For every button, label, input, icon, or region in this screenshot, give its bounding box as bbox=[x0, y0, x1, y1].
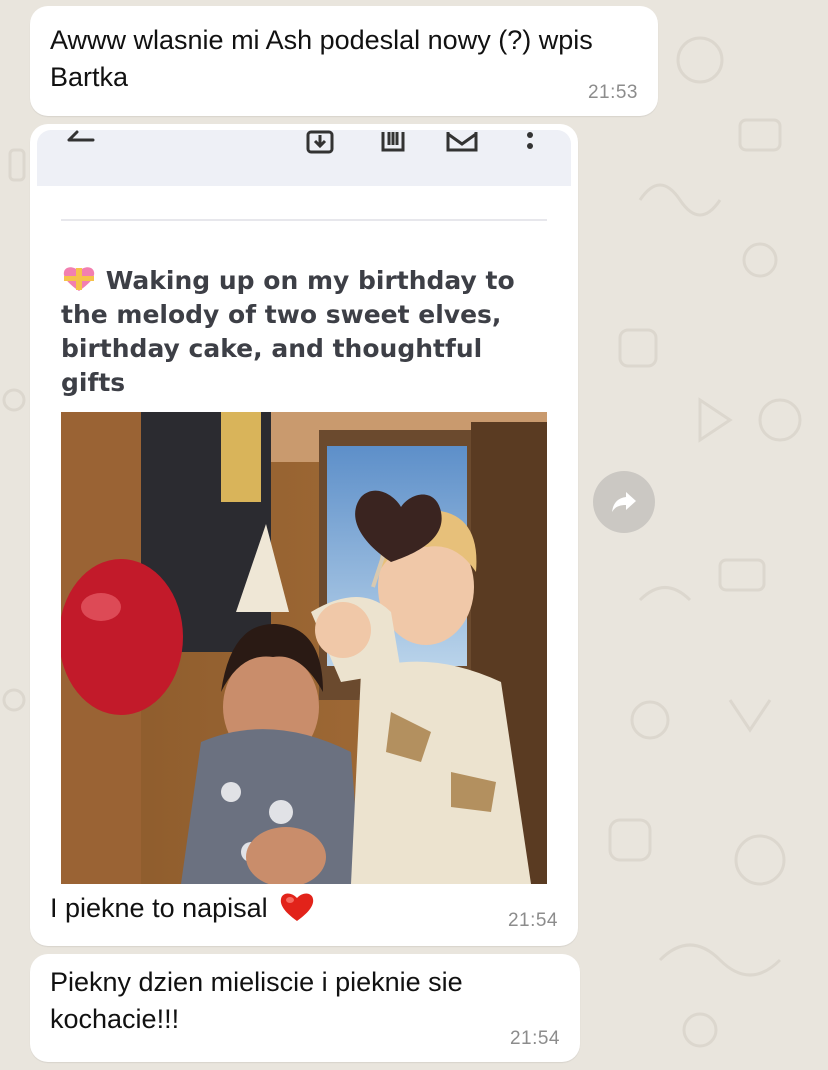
gift-heart-icon bbox=[63, 267, 95, 291]
message-bubble-2[interactable]: Waking up on my birthday to the melody o… bbox=[30, 124, 578, 946]
delete-icon bbox=[381, 132, 405, 152]
message-timestamp: 21:54 bbox=[509, 1028, 560, 1049]
message-bubble-1[interactable]: Awww wlasnie mi Ash podeslal nowy (?) wp… bbox=[30, 6, 658, 116]
message-text: Awww wlasnie mi Ash podeslal nowy (?) wp… bbox=[50, 25, 593, 92]
mail-icon bbox=[446, 132, 478, 152]
message-timestamp: 21:54 bbox=[507, 910, 558, 931]
message-caption: I piekne to napisal bbox=[50, 890, 315, 927]
post-title: Waking up on my birthday to the melody o… bbox=[61, 264, 551, 400]
email-toolbar bbox=[37, 130, 571, 186]
post-title-text: Waking up on my birthday to the melody o… bbox=[61, 266, 515, 397]
more-vertical-icon bbox=[527, 132, 533, 149]
message-text: Piekny dzien mieliscie i pieknie sie koc… bbox=[50, 967, 463, 1034]
message-timestamp: 21:53 bbox=[587, 82, 638, 103]
caption-text: I piekne to napisal bbox=[50, 893, 268, 923]
birthday-photo[interactable] bbox=[61, 412, 547, 884]
forward-icon bbox=[612, 492, 636, 512]
shared-screenshot[interactable]: Waking up on my birthday to the melody o… bbox=[37, 130, 571, 886]
back-arrow-icon bbox=[67, 130, 95, 142]
archive-icon bbox=[306, 130, 334, 154]
divider bbox=[61, 219, 547, 221]
message-bubble-3[interactable]: Piekny dzien mieliscie i pieknie sie koc… bbox=[30, 954, 580, 1062]
forward-button[interactable] bbox=[593, 471, 655, 533]
photo-illustration bbox=[61, 412, 547, 884]
red-heart-emoji bbox=[280, 893, 314, 921]
